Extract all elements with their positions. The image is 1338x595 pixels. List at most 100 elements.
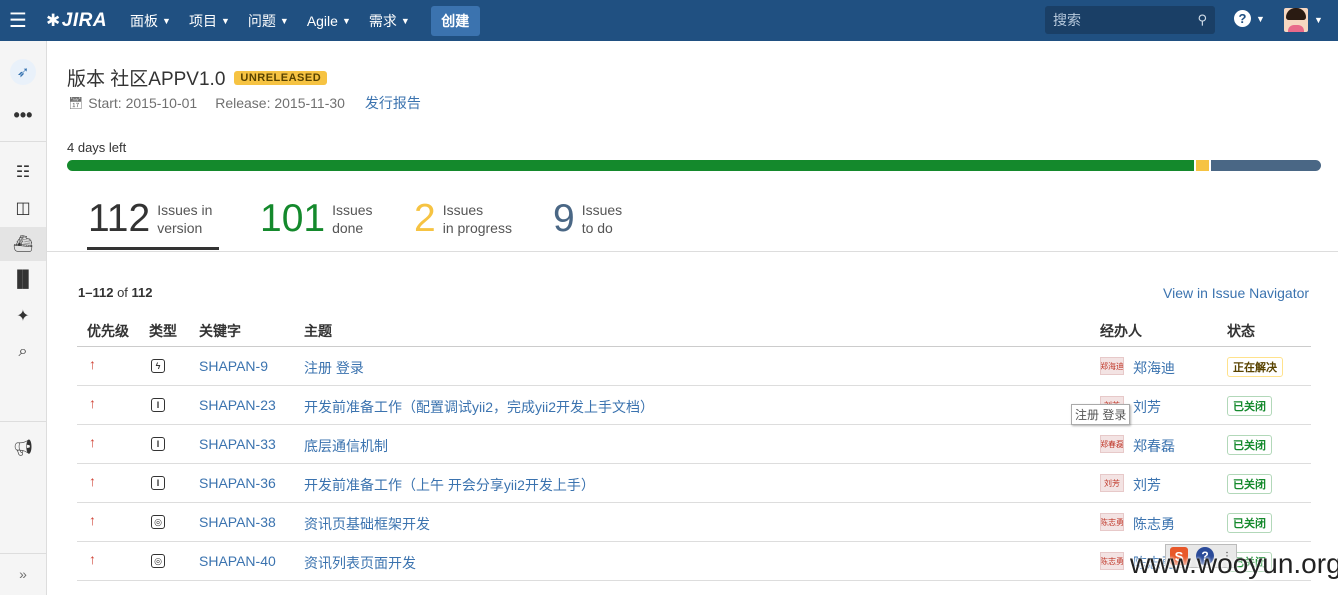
issue-key-link[interactable]: SHAPAN-33 xyxy=(199,436,276,452)
rocket-icon: ➶ xyxy=(10,59,36,85)
issues-search-icon[interactable]: ⌕ xyxy=(0,335,46,369)
view-in-issue-navigator-link[interactable]: View in Issue Navigator xyxy=(1163,285,1309,301)
assignee-name-link[interactable]: 刘芳 xyxy=(1133,397,1161,417)
help-icon: ? xyxy=(1234,10,1251,27)
releases-icon[interactable]: ⛴ xyxy=(0,227,46,261)
priority-major-icon: ↑ xyxy=(89,434,96,450)
stat-label-line2: version xyxy=(157,220,203,236)
board-icon[interactable]: ◫ xyxy=(0,191,46,225)
issue-summary-link[interactable]: 底层通信机制 xyxy=(304,436,388,456)
issue-table-header: 优先级 类型 关键字 主题 经办人 状态 xyxy=(77,312,1311,347)
project-sidebar: ➶ ••• ☷ ◫ ⛴ ▐▌ ✦ ⌕ 📢︎ » xyxy=(0,41,47,595)
issue-key-link[interactable]: SHAPAN-36 xyxy=(199,475,276,491)
column-header-assignee[interactable]: 经办人 xyxy=(1100,321,1142,341)
search-placeholder: 搜索 xyxy=(1053,12,1081,28)
priority-major-icon: ↑ xyxy=(89,395,96,411)
help-menu[interactable]: ? ▼ xyxy=(1234,10,1265,27)
table-row[interactable]: ↑ ◎ SHAPAN-40 资讯列表页面开发 陈志勇 陈志勇 已关闭 xyxy=(77,542,1311,581)
jira-logo-icon: ✱ xyxy=(46,10,61,30)
stat-label-line2: in progress xyxy=(442,220,512,236)
issue-type-icon: ◎ xyxy=(151,515,165,529)
assignee-avatar: 陈志勇 xyxy=(1100,552,1124,570)
table-row[interactable]: ↑ I SHAPAN-33 底层通信机制 郑春磊 郑春磊 已关闭 xyxy=(77,425,1311,464)
stat-issues-in-progress[interactable]: 2 Issues in progress xyxy=(414,197,512,241)
create-issue-button[interactable]: 创建 xyxy=(430,5,480,36)
stat-issues-in-version[interactable]: 112 Issues in version xyxy=(88,197,212,241)
nav-requirements-label: 需求 xyxy=(368,12,397,29)
more-icon[interactable]: ••• xyxy=(0,98,46,132)
nav-dashboards[interactable]: 面板 ▼ xyxy=(130,11,171,31)
column-header-status[interactable]: 状态 xyxy=(1227,321,1255,341)
assignee-name-link[interactable]: 刘芳 xyxy=(1133,475,1161,495)
version-dates: 📅︎ Start: 2015-10-01 Release: 2015-11-30… xyxy=(68,93,421,113)
version-progress-bar xyxy=(67,160,1321,171)
stat-number: 2 xyxy=(414,197,436,240)
project-avatar[interactable]: ➶ xyxy=(0,55,46,89)
chevron-down-icon: ▼ xyxy=(1314,15,1323,25)
announcement-icon[interactable]: 📢︎ xyxy=(0,431,46,465)
status-badge: UNRELEASED xyxy=(234,70,328,85)
stat-number: 112 xyxy=(88,197,151,240)
reports-icon[interactable]: ▐▌ xyxy=(0,263,46,297)
stat-issues-to-do[interactable]: 9 Issues to do xyxy=(553,197,622,241)
issue-type-icon: I xyxy=(151,398,165,412)
progress-todo-segment xyxy=(1210,160,1321,171)
issue-summary-link[interactable]: 资讯页基础框架开发 xyxy=(304,514,430,534)
assignee-name-link[interactable]: 郑春磊 xyxy=(1133,436,1175,456)
stat-number: 9 xyxy=(553,197,575,240)
search-icon: ⚲ xyxy=(1197,12,1207,27)
nav-agile[interactable]: Agile ▼ xyxy=(307,13,351,29)
jira-logo[interactable]: ✱ JIRA xyxy=(46,10,107,32)
nav-requirements[interactable]: 需求 ▼ xyxy=(369,11,410,31)
user-profile-menu[interactable]: ▼ xyxy=(1284,8,1323,32)
issue-key-link[interactable]: SHAPAN-38 xyxy=(199,514,276,530)
avatar xyxy=(1284,8,1308,32)
chevron-down-icon: ▼ xyxy=(162,15,171,26)
priority-major-icon: ↑ xyxy=(89,473,96,489)
issue-key-link[interactable]: SHAPAN-23 xyxy=(199,397,276,413)
stat-label-line2: done xyxy=(332,220,364,236)
issue-summary-link[interactable]: 开发前准备工作（配置调试yii2，完成yii2开发上手文档） xyxy=(304,397,654,417)
assignee-avatar: 陈志勇 xyxy=(1100,513,1124,531)
issue-summary-link[interactable]: 注册 登录 xyxy=(304,358,364,378)
nav-projects[interactable]: 项目 ▼ xyxy=(189,11,230,31)
app-switcher-menu-icon[interactable]: ☰ xyxy=(0,0,36,41)
version-title-text: 版本 社区APPV1.0 xyxy=(67,69,226,90)
release-report-link[interactable]: 发行报告 xyxy=(365,93,421,113)
issue-summary-link[interactable]: 开发前准备工作（上午 开会分享yii2开发上手） xyxy=(304,475,595,495)
watermark: www.wooyun.org xyxy=(1130,548,1338,579)
result-range: 1–112 xyxy=(78,285,114,300)
issue-key-link[interactable]: SHAPAN-40 xyxy=(199,553,276,569)
status-badge: 正在解决 xyxy=(1227,357,1283,377)
column-header-summary[interactable]: 主题 xyxy=(304,321,332,341)
assignee-avatar: 郑春磊 xyxy=(1100,435,1124,453)
assignee-avatar: 刘芳 xyxy=(1100,474,1124,492)
assignee-name-link[interactable]: 陈志勇 xyxy=(1133,514,1175,534)
search-input[interactable]: 搜索 ⚲ xyxy=(1045,6,1215,34)
progress-done-segment xyxy=(67,160,1195,171)
column-header-type[interactable]: 类型 xyxy=(149,321,177,341)
table-row[interactable]: ↑ ◎ SHAPAN-38 资讯页基础框架开发 陈志勇 陈志勇 已关闭 xyxy=(77,503,1311,542)
calendar-icon: 📅︎ xyxy=(68,96,84,110)
nav-issues-label: 问题 xyxy=(247,12,276,29)
result-count: 1–112 of 112 xyxy=(78,285,153,300)
table-row[interactable]: ↑ I SHAPAN-36 开发前准备工作（上午 开会分享yii2开发上手） 刘芳 刘芳 已… xyxy=(77,464,1311,503)
components-icon[interactable]: ✦ xyxy=(0,299,46,333)
issue-summary-link[interactable]: 资讯列表页面开发 xyxy=(304,553,416,573)
status-badge: 已关闭 xyxy=(1227,513,1272,533)
column-header-key[interactable]: 关键字 xyxy=(199,321,241,341)
stat-number: 101 xyxy=(260,197,326,240)
backlog-icon[interactable]: ☷ xyxy=(0,155,46,189)
issue-key-link[interactable]: SHAPAN-9 xyxy=(199,358,268,374)
table-row[interactable]: ↑ ϟ SHAPAN-9 注册 登录 郑海迪 郑海迪 正在解决 xyxy=(77,347,1311,386)
issue-type-icon: I xyxy=(151,476,165,490)
nav-agile-label: Agile xyxy=(306,12,338,29)
result-total: 112 xyxy=(131,285,153,300)
expand-sidebar-icon[interactable]: » xyxy=(0,557,46,591)
status-badge: 已关闭 xyxy=(1227,435,1272,455)
chevron-down-icon: ▼ xyxy=(279,15,289,26)
column-header-priority[interactable]: 优先级 xyxy=(87,321,129,341)
assignee-name-link[interactable]: 郑海迪 xyxy=(1133,358,1175,378)
nav-issues[interactable]: 问题 ▼ xyxy=(248,11,289,31)
stat-issues-done[interactable]: 101 Issues done xyxy=(260,197,373,241)
